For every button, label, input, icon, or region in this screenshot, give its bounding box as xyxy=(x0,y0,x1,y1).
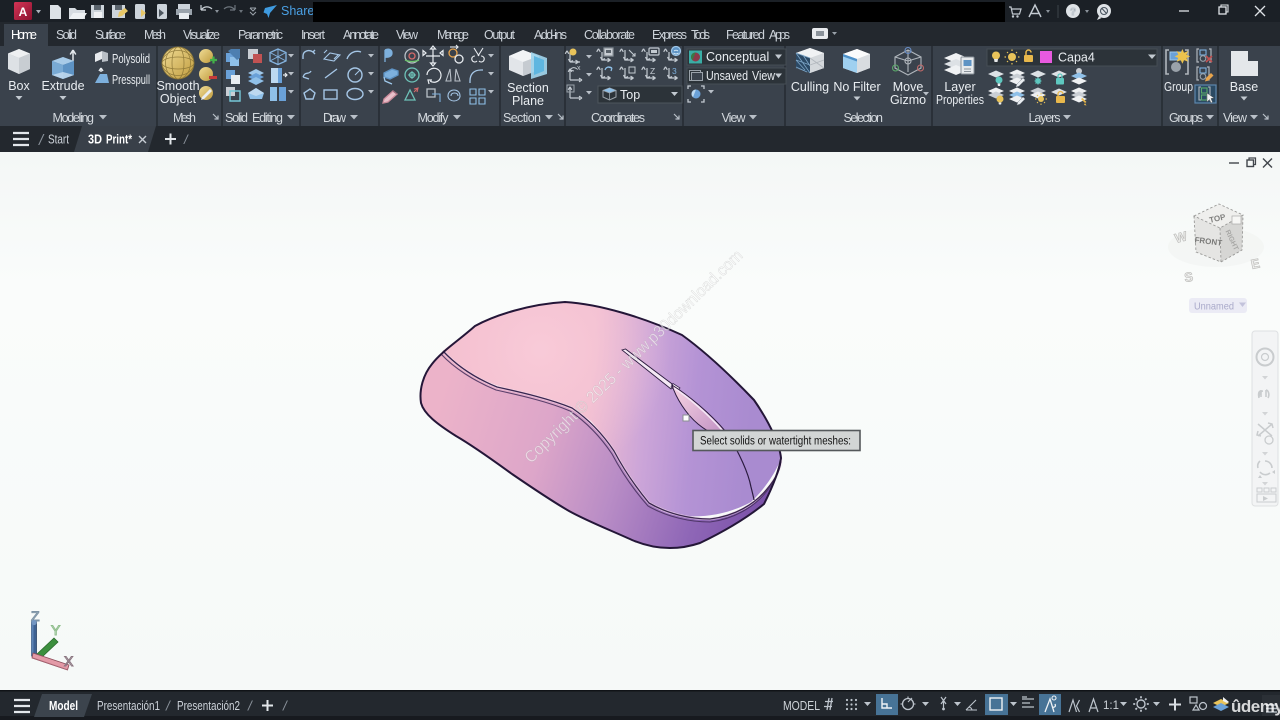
svg-text:Section: Section xyxy=(507,81,549,95)
svg-text:Culling: Culling xyxy=(791,80,829,94)
svg-text:Box: Box xyxy=(8,79,30,93)
svg-text:Section: Section xyxy=(503,111,541,125)
svg-text:View: View xyxy=(752,69,776,83)
svg-text:Coordinates: Coordinates xyxy=(591,111,645,125)
svg-text:Presentación2: Presentación2 xyxy=(177,699,240,713)
svg-text:?: ? xyxy=(1070,7,1076,18)
svg-text:Home: Home xyxy=(11,28,37,42)
svg-text:Mesh: Mesh xyxy=(144,28,166,42)
svg-text:No Filter: No Filter xyxy=(833,80,880,94)
svg-text:MODEL: MODEL xyxy=(783,699,820,713)
svg-text:Editing: Editing xyxy=(252,111,283,125)
svg-text:Surface: Surface xyxy=(95,28,126,42)
svg-text:Manage: Manage xyxy=(437,28,469,42)
svg-text:1:1: 1:1 xyxy=(1103,700,1119,712)
svg-text:Presentación1: Presentación1 xyxy=(97,699,160,713)
svg-text:Selection: Selection xyxy=(844,111,884,125)
svg-text:Extrude: Extrude xyxy=(41,79,84,93)
svg-text:Conceptual: Conceptual xyxy=(706,50,769,64)
svg-text:Collaborate: Collaborate xyxy=(584,28,635,42)
svg-text:Top: Top xyxy=(620,88,640,102)
svg-text:Capa4: Capa4 xyxy=(1058,51,1095,65)
svg-text:Base: Base xyxy=(1230,80,1259,94)
svg-text:View: View xyxy=(722,111,747,125)
svg-text:Object: Object xyxy=(160,92,197,106)
svg-text:Modify: Modify xyxy=(418,111,450,125)
svg-text:Output: Output xyxy=(484,28,516,42)
svg-text:Add-ins: Add-ins xyxy=(534,28,567,42)
svg-text:Presspull: Presspull xyxy=(112,73,150,87)
svg-text:Layer: Layer xyxy=(944,80,975,94)
svg-text:3D: 3D xyxy=(88,132,102,147)
svg-text:Groups: Groups xyxy=(1169,111,1203,125)
svg-text:X: X xyxy=(64,653,74,669)
svg-text:ûdemy: ûdemy xyxy=(1231,697,1280,716)
svg-text:Solid: Solid xyxy=(225,111,248,125)
svg-text:Annotate: Annotate xyxy=(343,28,379,42)
svg-text:3: 3 xyxy=(672,66,677,76)
svg-text:Model: Model xyxy=(49,698,78,713)
svg-text:View: View xyxy=(1223,111,1248,125)
svg-text:Draw: Draw xyxy=(323,111,347,125)
svg-text:Unnamed: Unnamed xyxy=(1194,301,1234,313)
svg-text:Parametric: Parametric xyxy=(238,28,283,42)
svg-text:Layers: Layers xyxy=(1029,111,1061,125)
svg-text:x: x xyxy=(577,65,581,72)
svg-text:Tools: Tools xyxy=(691,28,710,42)
svg-text:Start: Start xyxy=(48,132,69,147)
svg-text:Apps: Apps xyxy=(769,28,790,42)
svg-text:Properties: Properties xyxy=(936,93,984,107)
svg-text:Visualize: Visualize xyxy=(183,28,220,42)
svg-text:Select solids or watertight me: Select solids or watertight meshes: xyxy=(700,434,851,448)
svg-text:Insert: Insert xyxy=(301,28,326,42)
svg-text:Mesh: Mesh xyxy=(173,111,196,125)
svg-text:Featured: Featured xyxy=(726,28,765,42)
svg-text:Unsaved: Unsaved xyxy=(706,69,748,83)
svg-text:Z: Z xyxy=(650,66,655,76)
svg-text:Polysolid: Polysolid xyxy=(112,52,150,66)
svg-text:Share: Share xyxy=(281,4,314,18)
svg-text:Express: Express xyxy=(652,28,687,42)
svg-text:Modeling: Modeling xyxy=(53,111,95,125)
svg-text:Group: Group xyxy=(1164,80,1193,94)
svg-text:Smooth: Smooth xyxy=(156,79,199,93)
svg-text:Y: Y xyxy=(51,622,61,638)
svg-text:Solid: Solid xyxy=(56,28,77,42)
svg-text:Plane: Plane xyxy=(512,94,544,108)
svg-text:View: View xyxy=(396,28,419,42)
svg-text:Move: Move xyxy=(893,80,924,94)
svg-text:Gizmo: Gizmo xyxy=(890,93,926,107)
svg-text:A: A xyxy=(19,5,28,19)
svg-text:Print*: Print* xyxy=(106,132,133,147)
